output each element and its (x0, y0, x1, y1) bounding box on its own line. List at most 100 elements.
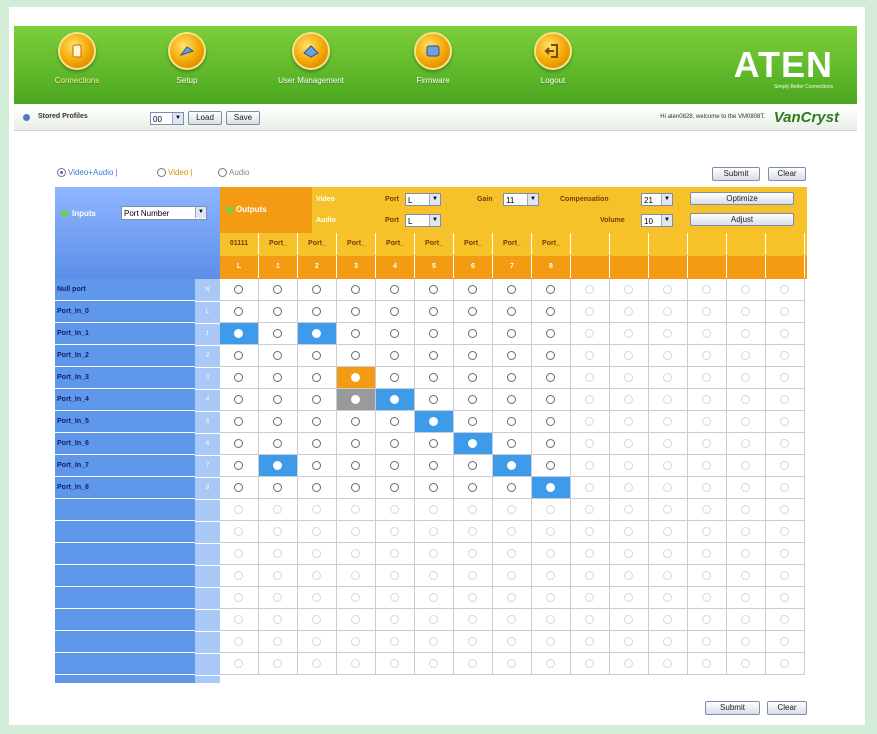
matrix-radio[interactable] (468, 461, 477, 470)
matrix-radio[interactable] (234, 351, 243, 360)
matrix-radio[interactable] (351, 373, 360, 382)
matrix-cell-r8-c2[interactable] (298, 455, 337, 477)
matrix-radio[interactable] (429, 351, 438, 360)
matrix-cell-r2-c7[interactable] (493, 323, 532, 345)
matrix-radio[interactable] (507, 461, 516, 470)
video-port-select[interactable]: L ▼ (405, 193, 441, 206)
mode-radio-audio[interactable]: Audio (218, 168, 249, 178)
compensation-select[interactable]: 21 ▼ (641, 193, 673, 206)
matrix-radio[interactable] (468, 307, 477, 316)
matrix-radio[interactable] (390, 373, 399, 382)
matrix-cell-r6-c8[interactable] (532, 411, 571, 433)
matrix-cell-r4-c8[interactable] (532, 367, 571, 389)
matrix-cell-r1-c4[interactable] (376, 301, 415, 323)
submit-button-bottom[interactable]: Submit (705, 701, 760, 715)
matrix-radio[interactable] (234, 395, 243, 404)
matrix-radio[interactable] (273, 373, 282, 382)
matrix-cell-r7-c0[interactable] (220, 433, 259, 455)
matrix-cell-r3-c6[interactable] (454, 345, 493, 367)
optimize-button[interactable]: Optimize (690, 192, 794, 205)
matrix-cell-r8-c7[interactable] (493, 455, 532, 477)
matrix-radio[interactable] (351, 285, 360, 294)
matrix-cell-r9-c2[interactable] (298, 477, 337, 499)
clear-button-bottom[interactable]: Clear (767, 701, 807, 715)
matrix-radio[interactable] (507, 307, 516, 316)
matrix-cell-r5-c3[interactable] (337, 389, 376, 411)
matrix-cell-r0-c6[interactable] (454, 279, 493, 301)
matrix-cell-r3-c5[interactable] (415, 345, 454, 367)
matrix-radio[interactable] (546, 285, 555, 294)
matrix-radio[interactable] (429, 417, 438, 426)
radio-video[interactable] (157, 168, 166, 178)
matrix-radio[interactable] (429, 373, 438, 382)
matrix-cell-r9-c3[interactable] (337, 477, 376, 499)
inputs-sort-select[interactable]: Port Number ▼ (121, 206, 207, 220)
matrix-radio[interactable] (351, 461, 360, 470)
matrix-cell-r6-c2[interactable] (298, 411, 337, 433)
matrix-cell-r7-c4[interactable] (376, 433, 415, 455)
matrix-radio[interactable] (468, 285, 477, 294)
matrix-radio[interactable] (390, 285, 399, 294)
matrix-cell-r1-c2[interactable] (298, 301, 337, 323)
matrix-cell-r6-c5[interactable] (415, 411, 454, 433)
matrix-radio[interactable] (507, 417, 516, 426)
volume-select[interactable]: 10 ▼ (641, 214, 673, 227)
matrix-cell-r3-c0[interactable] (220, 345, 259, 367)
matrix-cell-r6-c6[interactable] (454, 411, 493, 433)
matrix-radio[interactable] (546, 307, 555, 316)
matrix-radio[interactable] (468, 329, 477, 338)
matrix-cell-r3-c7[interactable] (493, 345, 532, 367)
matrix-radio[interactable] (429, 461, 438, 470)
matrix-radio[interactable] (351, 351, 360, 360)
matrix-cell-r3-c1[interactable] (259, 345, 298, 367)
matrix-cell-r8-c0[interactable] (220, 455, 259, 477)
matrix-cell-r6-c7[interactable] (493, 411, 532, 433)
matrix-cell-r9-c4[interactable] (376, 477, 415, 499)
matrix-cell-r7-c7[interactable] (493, 433, 532, 455)
matrix-radio[interactable] (312, 439, 321, 448)
matrix-cell-r7-c8[interactable] (532, 433, 571, 455)
submit-button-top[interactable]: Submit (712, 167, 760, 181)
matrix-radio[interactable] (468, 351, 477, 360)
matrix-cell-r0-c7[interactable] (493, 279, 532, 301)
matrix-cell-r7-c3[interactable] (337, 433, 376, 455)
matrix-cell-r5-c0[interactable] (220, 389, 259, 411)
matrix-radio[interactable] (507, 373, 516, 382)
matrix-radio[interactable] (273, 329, 282, 338)
matrix-cell-r1-c5[interactable] (415, 301, 454, 323)
matrix-cell-r3-c3[interactable] (337, 345, 376, 367)
matrix-radio[interactable] (273, 461, 282, 470)
radio-audio[interactable] (218, 168, 227, 178)
matrix-cell-r7-c2[interactable] (298, 433, 337, 455)
matrix-cell-r5-c4[interactable] (376, 389, 415, 411)
matrix-radio[interactable] (429, 285, 438, 294)
matrix-cell-r2-c8[interactable] (532, 323, 571, 345)
matrix-radio[interactable] (234, 373, 243, 382)
matrix-radio[interactable] (312, 285, 321, 294)
matrix-radio[interactable] (351, 483, 360, 492)
matrix-radio[interactable] (312, 351, 321, 360)
matrix-radio[interactable] (546, 461, 555, 470)
matrix-cell-r8-c8[interactable] (532, 455, 571, 477)
matrix-cell-r3-c8[interactable] (532, 345, 571, 367)
matrix-cell-r0-c2[interactable] (298, 279, 337, 301)
matrix-radio[interactable] (546, 351, 555, 360)
matrix-cell-r2-c0[interactable] (220, 323, 259, 345)
matrix-cell-r5-c5[interactable] (415, 389, 454, 411)
matrix-cell-r7-c6[interactable] (454, 433, 493, 455)
matrix-radio[interactable] (546, 395, 555, 404)
nav-item-firmware[interactable]: Firmware (388, 32, 478, 85)
matrix-cell-r1-c1[interactable] (259, 301, 298, 323)
matrix-cell-r3-c2[interactable] (298, 345, 337, 367)
matrix-radio[interactable] (273, 417, 282, 426)
mode-radio-video[interactable]: Video | (157, 168, 193, 178)
matrix-radio[interactable] (390, 395, 399, 404)
matrix-radio[interactable] (429, 307, 438, 316)
matrix-radio[interactable] (351, 417, 360, 426)
matrix-radio[interactable] (312, 307, 321, 316)
matrix-cell-r8-c5[interactable] (415, 455, 454, 477)
matrix-radio[interactable] (507, 395, 516, 404)
matrix-cell-r6-c1[interactable] (259, 411, 298, 433)
matrix-radio[interactable] (312, 373, 321, 382)
matrix-radio[interactable] (429, 395, 438, 404)
